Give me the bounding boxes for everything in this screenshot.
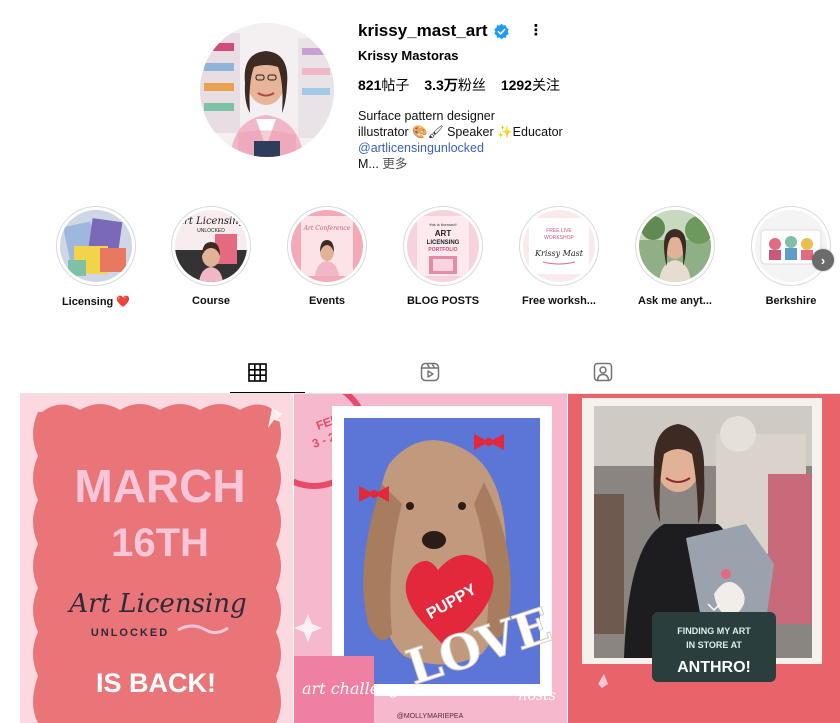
bio-line: Surface pattern designer (358, 109, 495, 123)
blog-licensing-text: LICENSING (427, 240, 460, 246)
blog-sub-text: this is licensed! (429, 222, 456, 227)
stat-following[interactable]: 1292关注 (501, 75, 560, 95)
free-line2-text: WORKSHOP (544, 235, 574, 241)
profile-stats: 821帖子 3.3万粉丝 1292关注 (358, 75, 658, 95)
highlight-licensing-cover (60, 210, 132, 282)
instagram-profile-page: krissy_mast_art ⋮ Krissy Mastoras 821帖子 … (0, 0, 840, 723)
post-march-16th: MARCH 16TH Art Licensing UNLOCKED IS BAC… (20, 394, 293, 723)
free-line1-text: FREE LIVE (546, 228, 572, 234)
post3-caption-line3: ANTHRO! (677, 659, 751, 676)
profile-info: krissy_mast_art ⋮ Krissy Mastoras 821帖子 … (358, 20, 658, 172)
free-sig-text: Krissy Mast (534, 249, 584, 258)
highlight-berkshire-cover (755, 210, 827, 282)
stat-posts: 821帖子 (358, 77, 410, 93)
bio-truncated: M... 更多 (358, 157, 408, 171)
highlight-ask-me[interactable]: Ask me anyt... (625, 206, 725, 307)
highlight-label: Course (192, 295, 230, 307)
bio-more-link[interactable]: 更多 (382, 157, 407, 171)
bio-link[interactable]: @artlicensingunlocked (358, 140, 658, 156)
highlight-course-cover: Art Licensing UNLOCKED (175, 210, 247, 282)
bio-line: illustrator 🎨🖌 Speaker ✨Educator (358, 125, 563, 139)
highlight-label: Berkshire (765, 295, 817, 307)
more-options-icon[interactable]: ⋮ (528, 23, 543, 38)
post2-bottom-left: art challenge (302, 679, 409, 698)
post-anthro: FINDING MY ART IN STORE AT ANTHRO! (568, 394, 840, 723)
events-title-text: Art Conference (303, 225, 351, 232)
profile-tabs (20, 352, 840, 394)
profile-avatar[interactable] (200, 23, 334, 157)
post1-logo-line1: Art Licensing (67, 589, 246, 619)
profile-bio: Surface pattern designer illustrator 🎨🖌 … (358, 108, 658, 172)
highlight-events[interactable]: Art Conference Events (277, 206, 377, 307)
post-puppy-love: FEB 3 - 24 PUPPY LOVE art challenge host… (294, 394, 567, 723)
highlights-next-arrow-icon[interactable]: › (812, 249, 834, 271)
blog-art-text: ART (435, 229, 452, 238)
post1-line3: IS BACK! (96, 668, 216, 698)
post-tile[interactable]: FINDING MY ART IN STORE AT ANTHRO! (568, 394, 840, 723)
post1-line2: 16TH (111, 521, 209, 565)
verified-badge-icon (494, 23, 510, 39)
course-art-text: Art Licensing (176, 216, 245, 227)
highlight-free-workshop-cover: FREE LIVE WORKSHOP Krissy Mast (523, 210, 595, 282)
grid-icon (247, 362, 267, 382)
post1-line1: MARCH (74, 460, 245, 512)
username: krissy_mast_art (358, 21, 488, 40)
post-tile[interactable]: FEB 3 - 24 PUPPY LOVE art challenge host… (294, 394, 567, 723)
post1-logo-line2: UNLOCKED (91, 627, 169, 639)
avatar-photo (200, 23, 334, 157)
tab-tagged[interactable] (583, 352, 623, 392)
highlight-course[interactable]: Art Licensing UNLOCKED Course (161, 206, 261, 307)
full-name: Krissy Mastoras (358, 48, 459, 63)
username-row: krissy_mast_art ⋮ (358, 20, 658, 42)
tagged-icon (593, 362, 613, 382)
highlight-label: Ask me anyt... (638, 295, 712, 307)
posts-grid: MARCH 16TH Art Licensing UNLOCKED IS BAC… (20, 394, 840, 723)
post3-caption-line1: FINDING MY ART (677, 626, 751, 636)
reels-icon (420, 362, 440, 382)
highlight-free-workshop[interactable]: FREE LIVE WORKSHOP Krissy Mast Free work… (509, 206, 609, 307)
highlight-blog-cover: this is licensed! ART LICENSING PORTFOLI… (407, 210, 479, 282)
post3-caption-line2: IN STORE AT (686, 640, 742, 650)
tab-posts[interactable] (237, 352, 277, 392)
story-highlights: Licensing ❤️ Art Licensing UNLOCKED Cour… (0, 206, 840, 316)
blog-portfolio-text: PORTFOLIO (428, 247, 457, 253)
highlight-label: Free worksh... (522, 295, 596, 307)
highlight-blog-posts[interactable]: this is licensed! ART LICENSING PORTFOLI… (393, 206, 493, 307)
highlight-ask-me-cover (639, 210, 711, 282)
highlight-label: Licensing ❤️ (61, 296, 131, 308)
stat-followers[interactable]: 3.3万粉丝 (424, 75, 485, 95)
highlight-label: Events (308, 295, 346, 307)
tab-reels[interactable] (410, 352, 450, 392)
course-sub-text: UNLOCKED (197, 228, 225, 234)
post2-bottom-right: hosts (519, 688, 556, 704)
highlight-label: BLOG POSTS (406, 295, 480, 307)
highlight-licensing[interactable]: Licensing ❤️ (46, 206, 146, 308)
post-tile[interactable]: MARCH 16TH Art Licensing UNLOCKED IS BAC… (20, 394, 293, 723)
post2-credit: @MOLLYMARIEPEA (397, 713, 464, 720)
highlight-events-cover: Art Conference (291, 210, 363, 282)
